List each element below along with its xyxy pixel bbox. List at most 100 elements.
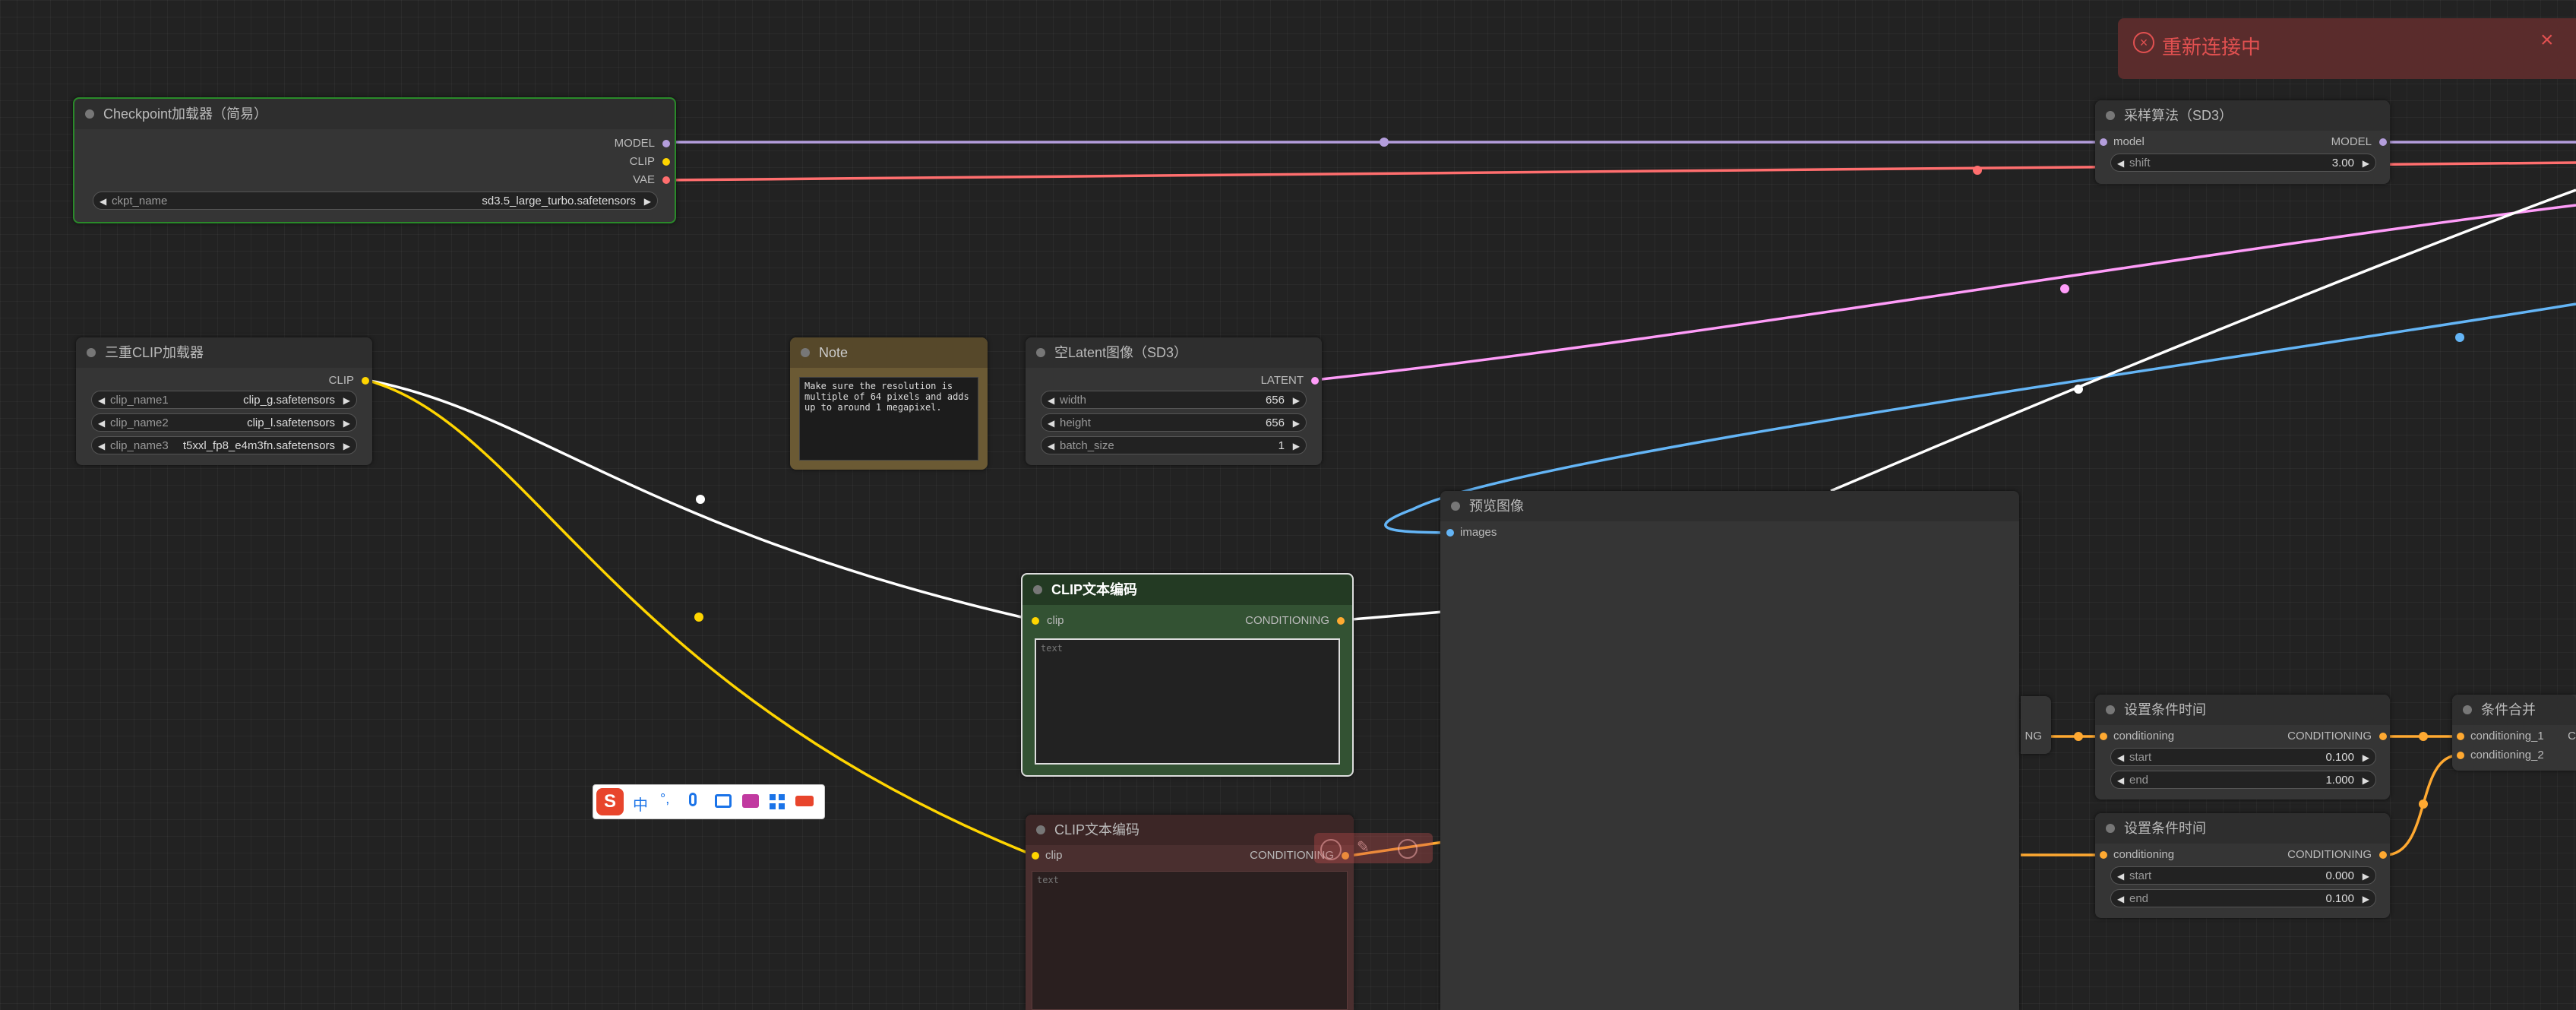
- arrow-left-icon[interactable]: ◀: [2117, 154, 2124, 173]
- bypass-icon[interactable]: [1320, 839, 1342, 860]
- reroute-dot[interactable]: [2455, 333, 2464, 342]
- node-clip-text-encode-negative[interactable]: CLIP文本编码 clip CONDITIONING text ✎: [1026, 815, 1433, 1010]
- output-vae-slot[interactable]: [662, 176, 670, 184]
- arrow-right-icon[interactable]: ▶: [2363, 771, 2369, 790]
- arrow-right-icon[interactable]: ▶: [2363, 749, 2369, 767]
- start-number-widget[interactable]: ◀ start 0.100 ▶: [2110, 748, 2376, 766]
- arrow-left-icon[interactable]: ◀: [1048, 391, 1054, 410]
- node-conditioning-combine[interactable]: 条件合并 conditioning_1 conditioning_2 C: [2452, 695, 2576, 771]
- node-triple-clip-loader[interactable]: 三重CLIP加载器 CLIP ◀ clip_name1 clip_g.safet…: [76, 337, 372, 465]
- arrow-right-icon[interactable]: ▶: [2363, 154, 2369, 173]
- skin-icon[interactable]: [742, 794, 759, 808]
- output-conditioning-slot[interactable]: [1337, 617, 1345, 625]
- reroute-dot[interactable]: [2419, 799, 2428, 809]
- reroute-dot[interactable]: [1380, 138, 1389, 147]
- arrow-right-icon[interactable]: ▶: [1293, 391, 1300, 410]
- node-title[interactable]: 设置条件时间: [2095, 813, 2390, 844]
- arrow-left-icon[interactable]: ◀: [100, 192, 106, 211]
- arrow-right-icon[interactable]: ▶: [343, 391, 350, 410]
- ckpt-name-combo[interactable]: ◀ ckpt_name sd3.5_large_turbo.safetensor…: [93, 192, 658, 210]
- reroute-dot[interactable]: [694, 613, 703, 622]
- collapse-dot[interactable]: [2106, 824, 2115, 833]
- arrow-left-icon[interactable]: ◀: [98, 391, 105, 410]
- end-number-widget[interactable]: ◀ end 0.100 ▶: [2110, 889, 2376, 907]
- output-latent-slot[interactable]: [1311, 377, 1319, 385]
- input-clip-slot[interactable]: [1032, 617, 1039, 625]
- node-preview-image[interactable]: 预览图像 images: [1440, 491, 2019, 1010]
- output-conditioning-slot[interactable]: [2379, 851, 2387, 859]
- chinese-mode-icon[interactable]: 中: [633, 793, 648, 815]
- arrow-right-icon[interactable]: ▶: [1293, 414, 1300, 432]
- node-cond-set-timestep-1[interactable]: 设置条件时间 conditioning CONDITIONING ◀ start…: [2095, 695, 2390, 799]
- node-title[interactable]: 条件合并: [2452, 695, 2576, 725]
- arrow-left-icon[interactable]: ◀: [98, 414, 105, 432]
- microphone-icon[interactable]: [689, 793, 697, 806]
- reroute-dot[interactable]: [2060, 284, 2069, 293]
- arrow-left-icon[interactable]: ◀: [2117, 749, 2124, 767]
- arrow-right-icon[interactable]: ▶: [2363, 890, 2369, 908]
- input-model-slot[interactable]: [2100, 138, 2107, 146]
- arrow-right-icon[interactable]: ▶: [644, 192, 651, 211]
- output-clip-slot[interactable]: [362, 377, 369, 385]
- punctuation-icon[interactable]: °,: [660, 791, 669, 807]
- arrow-right-icon[interactable]: ▶: [1293, 437, 1300, 455]
- node-model-sampling-sd3[interactable]: 采样算法（SD3） model MODEL ◀ shift 3.00 ▶: [2095, 100, 2390, 184]
- node-title[interactable]: 采样算法（SD3）: [2095, 100, 2390, 131]
- toolbox-icon[interactable]: [795, 796, 814, 806]
- arrow-left-icon[interactable]: ◀: [98, 437, 105, 455]
- apps-grid-icon[interactable]: [770, 794, 785, 809]
- node-title[interactable]: 预览图像: [1440, 491, 2019, 521]
- search-icon[interactable]: [1398, 839, 1418, 859]
- output-model-slot[interactable]: [2379, 138, 2387, 146]
- input-images-slot[interactable]: [1446, 529, 1454, 537]
- prompt-textarea[interactable]: text: [1035, 638, 1340, 765]
- node-title[interactable]: 三重CLIP加载器: [76, 337, 372, 368]
- reroute-dot[interactable]: [2419, 732, 2428, 741]
- shift-number-widget[interactable]: ◀ shift 3.00 ▶: [2110, 154, 2376, 172]
- reroute-dot[interactable]: [2074, 385, 2083, 394]
- batch-size-number-widget[interactable]: ◀ batch_size 1 ▶: [1041, 436, 1307, 454]
- collapse-dot[interactable]: [2106, 705, 2115, 714]
- collapse-dot[interactable]: [1036, 348, 1045, 357]
- arrow-right-icon[interactable]: ▶: [343, 437, 350, 455]
- start-number-widget[interactable]: ◀ start 0.000 ▶: [2110, 866, 2376, 885]
- node-title[interactable]: CLIP文本编码: [1022, 575, 1352, 605]
- node-note[interactable]: Note Make sure the resolution is multipl…: [790, 337, 988, 470]
- output-model-slot[interactable]: [662, 140, 670, 147]
- collapse-dot[interactable]: [2106, 111, 2115, 120]
- reroute-dot[interactable]: [2074, 732, 2083, 741]
- input-conditioning-slot[interactable]: [2100, 733, 2107, 740]
- output-clip-slot[interactable]: [662, 158, 670, 166]
- note-textarea[interactable]: Make sure the resolution is multiple of …: [799, 377, 978, 461]
- node-clip-text-encode-positive[interactable]: CLIP文本编码 clip CONDITIONING text: [1021, 573, 1354, 777]
- arrow-right-icon[interactable]: ▶: [2363, 867, 2369, 885]
- keyboard-icon[interactable]: [715, 794, 732, 808]
- node-partial-hidden[interactable]: NG: [2021, 696, 2051, 754]
- node-title[interactable]: Checkpoint加载器（简易）: [74, 99, 675, 129]
- collapse-dot[interactable]: [2463, 705, 2472, 714]
- node-cond-set-timestep-2[interactable]: 设置条件时间 conditioning CONDITIONING ◀ start…: [2095, 813, 2390, 918]
- node-empty-latent-sd3[interactable]: 空Latent图像（SD3） LATENT ◀ width 656 ▶ ◀ he…: [1026, 337, 1322, 465]
- height-number-widget[interactable]: ◀ height 656 ▶: [1041, 413, 1307, 432]
- collapse-dot[interactable]: [1451, 502, 1460, 511]
- node-title[interactable]: CLIP文本编码: [1026, 815, 1354, 845]
- arrow-left-icon[interactable]: ◀: [1048, 414, 1054, 432]
- clip-name2-combo[interactable]: ◀ clip_name2 clip_l.safetensors ▶: [91, 413, 357, 432]
- output-conditioning-slot[interactable]: [2379, 733, 2387, 740]
- collapse-dot[interactable]: [1033, 585, 1042, 594]
- collapse-dot[interactable]: [85, 109, 94, 119]
- input-conditioning-slot[interactable]: [2100, 851, 2107, 859]
- clip-name1-combo[interactable]: ◀ clip_name1 clip_g.safetensors ▶: [91, 391, 357, 409]
- collapse-dot[interactable]: [801, 348, 810, 357]
- close-icon[interactable]: ×: [2540, 27, 2554, 53]
- collapse-dot[interactable]: [87, 348, 96, 357]
- clip-name3-combo[interactable]: ◀ clip_name3 t5xxl_fp8_e4m3fn.safetensor…: [91, 436, 357, 454]
- node-title[interactable]: 空Latent图像（SD3）: [1026, 337, 1322, 368]
- input-clip-slot[interactable]: [1032, 852, 1039, 860]
- width-number-widget[interactable]: ◀ width 656 ▶: [1041, 391, 1307, 409]
- node-title[interactable]: 设置条件时间: [2095, 695, 2390, 725]
- arrow-left-icon[interactable]: ◀: [2117, 890, 2124, 908]
- pin-icon[interactable]: ✎: [1357, 837, 1370, 856]
- node-title[interactable]: Note: [790, 337, 988, 368]
- arrow-left-icon[interactable]: ◀: [1048, 437, 1054, 455]
